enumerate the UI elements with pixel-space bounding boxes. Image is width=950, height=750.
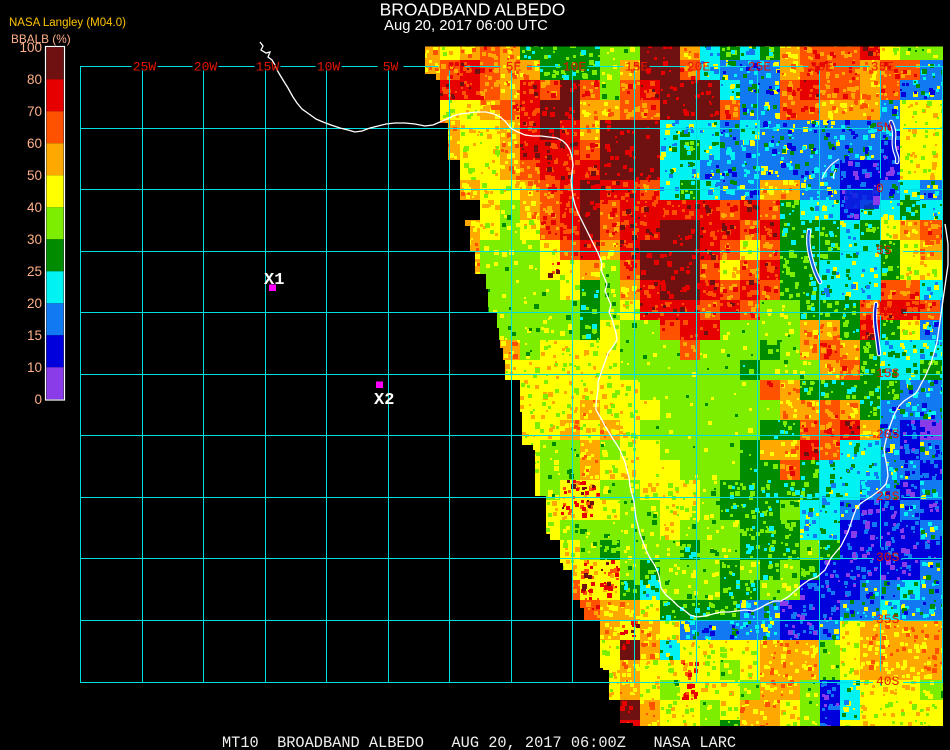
svg-text:25: 25 (27, 264, 42, 279)
svg-text:15: 15 (27, 328, 42, 343)
svg-text:0: 0 (876, 181, 884, 196)
svg-text:30S: 30S (876, 550, 900, 565)
svg-text:10E: 10E (563, 60, 587, 75)
svg-text:0: 0 (34, 392, 42, 407)
svg-text:40S: 40S (876, 674, 900, 689)
svg-text:30: 30 (27, 232, 42, 247)
svg-text:35E: 35E (871, 60, 895, 75)
svg-text:60: 60 (27, 136, 42, 151)
svg-text:5W: 5W (383, 60, 399, 75)
svg-text:25E: 25E (748, 60, 772, 75)
svg-text:X2: X2 (374, 391, 394, 410)
svg-text:5E: 5E (506, 60, 522, 75)
svg-text:35S: 35S (876, 612, 900, 627)
svg-text:MT10 BROADBAND ALBEDO AUG 2: MT10 BROADBAND ALBEDO AUG 20, 2017 06:00… (222, 734, 736, 750)
svg-text:30E: 30E (810, 60, 834, 75)
svg-text:10: 10 (27, 360, 42, 375)
svg-text:Aug 20, 2017 06:00 UTC: Aug 20, 2017 06:00 UTC (384, 18, 548, 34)
svg-text:NASA Langley (M04.0): NASA Langley (M04.0) (9, 17, 126, 29)
svg-text:20S: 20S (876, 427, 900, 442)
svg-text:BROADBAND ALBEDO: BROADBAND ALBEDO (380, 0, 566, 20)
svg-text:5S: 5S (876, 243, 892, 258)
svg-text:15S: 15S (876, 366, 900, 381)
svg-text:20E: 20E (687, 60, 711, 75)
svg-text:10W: 10W (317, 60, 341, 75)
svg-text:40: 40 (27, 200, 42, 215)
svg-text:25S: 25S (876, 489, 900, 504)
svg-text:25W: 25W (133, 60, 157, 75)
svg-text:BBALB (%): BBALB (%) (11, 32, 71, 46)
svg-text:5N: 5N (876, 120, 892, 135)
svg-text:20W: 20W (194, 60, 218, 75)
svg-text:20: 20 (27, 296, 42, 311)
svg-text:0: 0 (448, 60, 456, 75)
svg-text:10S: 10S (876, 304, 900, 319)
svg-text:50: 50 (27, 168, 42, 183)
svg-text:80: 80 (27, 72, 42, 87)
svg-text:70: 70 (27, 104, 42, 119)
svg-text:15E: 15E (625, 60, 649, 75)
svg-text:15W: 15W (256, 60, 280, 75)
